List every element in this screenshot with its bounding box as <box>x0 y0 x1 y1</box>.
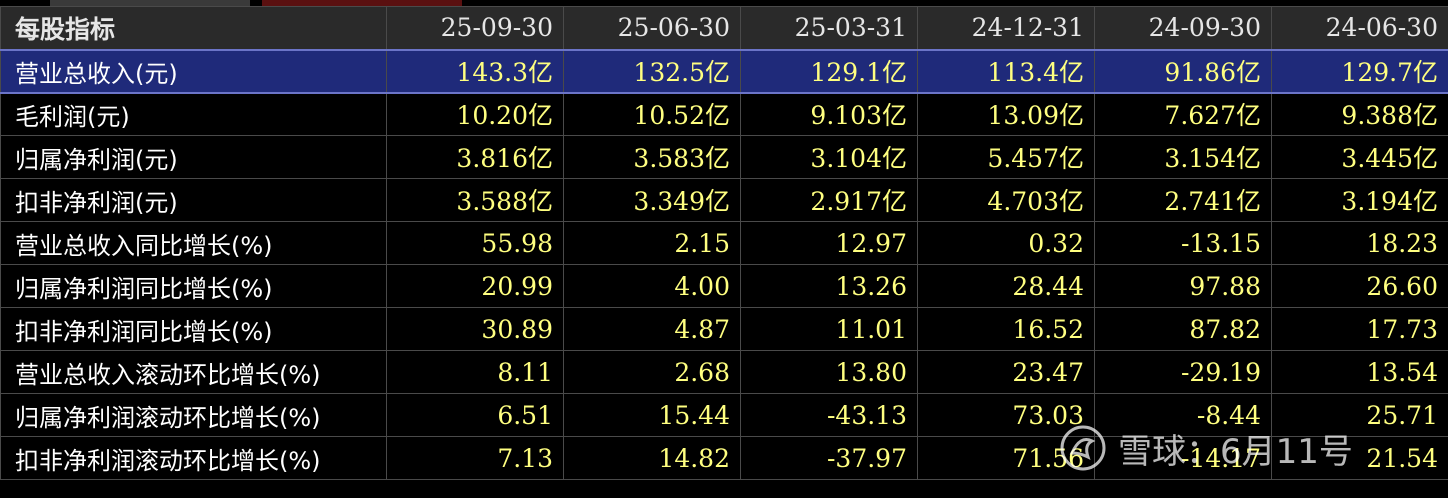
table-cell: 2.917亿 <box>740 178 918 222</box>
table-cell: 28.44 <box>917 264 1095 308</box>
table-cell: 18.23 <box>1271 221 1448 265</box>
table-cell: 10.20亿 <box>386 92 564 136</box>
table-cell: 2.741亿 <box>1094 178 1272 222</box>
table-cell: -8.44 <box>1094 393 1272 437</box>
table-row[interactable]: 营业总收入同比增长(%) 55.98 2.15 12.97 0.32 -13.15 18.2… <box>0 221 1448 265</box>
column-header-period[interactable]: 25-09-30 <box>386 6 564 50</box>
table-row[interactable]: 营业总收入滚动环比增长(%) 8.11 2.68 13.80 23.47 -29.19 13… <box>0 350 1448 394</box>
column-header-period[interactable]: 24-06-30 <box>1271 6 1448 50</box>
table-cell: 55.98 <box>386 221 564 265</box>
row-label: 归属净利润同比增长(%) <box>0 264 387 308</box>
table-row[interactable]: 毛利润(元) 10.20亿 10.52亿 9.103亿 13.09亿 7.627亿 9.38… <box>0 92 1448 136</box>
table-cell: 73.03 <box>917 393 1095 437</box>
table-cell: 9.388亿 <box>1271 92 1448 136</box>
table-cell: 3.154亿 <box>1094 135 1272 179</box>
row-label: 毛利润(元) <box>0 92 387 136</box>
table-cell: 2.68 <box>563 350 741 394</box>
row-label: 扣非净利润(元) <box>0 178 387 222</box>
row-label: 营业总收入同比增长(%) <box>0 221 387 265</box>
table-cell: 9.103亿 <box>740 92 918 136</box>
table-cell: 8.11 <box>386 350 564 394</box>
table-cell: 87.82 <box>1094 307 1272 351</box>
table-cell: 97.88 <box>1094 264 1272 308</box>
column-header-period[interactable]: 25-06-30 <box>563 6 741 50</box>
table-cell: -14.17 <box>1094 436 1272 480</box>
row-label: 营业总收入滚动环比增长(%) <box>0 350 387 394</box>
table-cell: -13.15 <box>1094 221 1272 265</box>
table-cell: 13.80 <box>740 350 918 394</box>
table-cell: 15.44 <box>563 393 741 437</box>
table-cell: -37.97 <box>740 436 918 480</box>
table-cell: 3.583亿 <box>563 135 741 179</box>
table-cell: 4.703亿 <box>917 178 1095 222</box>
table-row[interactable]: 扣非净利润同比增长(%) 30.89 4.87 11.01 16.52 87.82 17.7… <box>0 307 1448 351</box>
table-cell: -43.13 <box>740 393 918 437</box>
table-cell: 13.09亿 <box>917 92 1095 136</box>
row-label: 扣非净利润滚动环比增长(%) <box>0 436 387 480</box>
table-cell: 3.445亿 <box>1271 135 1448 179</box>
table-cell: 14.82 <box>563 436 741 480</box>
table-cell: 4.87 <box>563 307 741 351</box>
table-cell: 132.5亿 <box>563 48 741 94</box>
column-header-indicator[interactable]: 每股指标 <box>0 6 387 50</box>
table-cell: 113.4亿 <box>917 48 1095 94</box>
table-cell: 23.47 <box>917 350 1095 394</box>
table-cell: 3.349亿 <box>563 178 741 222</box>
table-cell: 7.13 <box>386 436 564 480</box>
column-header-period[interactable]: 24-12-31 <box>917 6 1095 50</box>
table-cell: 16.52 <box>917 307 1095 351</box>
table-cell: 10.52亿 <box>563 92 741 136</box>
table-cell: 25.71 <box>1271 393 1448 437</box>
table-cell: 129.1亿 <box>740 48 918 94</box>
table-cell: 7.627亿 <box>1094 92 1272 136</box>
row-label: 归属净利润(元) <box>0 135 387 179</box>
table-row[interactable]: 营业总收入(元) 143.3亿 132.5亿 129.1亿 113.4亿 91.86亿 12… <box>0 48 1448 94</box>
table-cell: 71.56 <box>917 436 1095 480</box>
table-row[interactable]: 归属净利润同比增长(%) 20.99 4.00 13.26 28.44 97.88 26.6… <box>0 264 1448 308</box>
table-cell: 3.194亿 <box>1271 178 1448 222</box>
table-cell: 3.588亿 <box>386 178 564 222</box>
table-cell: 17.73 <box>1271 307 1448 351</box>
table-cell: 3.104亿 <box>740 135 918 179</box>
table-cell: 0.32 <box>917 221 1095 265</box>
table-cell: 4.00 <box>563 264 741 308</box>
column-header-period[interactable]: 25-03-31 <box>740 6 918 50</box>
table-row[interactable]: 扣非净利润(元) 3.588亿 3.349亿 2.917亿 4.703亿 2.741亿 3.… <box>0 178 1448 222</box>
table-cell: 12.97 <box>740 221 918 265</box>
table-row[interactable]: 归属净利润(元) 3.816亿 3.583亿 3.104亿 5.457亿 3.154亿 3.… <box>0 135 1448 179</box>
table-row[interactable]: 归属净利润滚动环比增长(%) 6.51 15.44 -43.13 73.03 -8.44 2… <box>0 393 1448 437</box>
table-cell: 143.3亿 <box>386 48 564 94</box>
table-cell: 20.99 <box>386 264 564 308</box>
table-cell: 13.54 <box>1271 350 1448 394</box>
table-header-row: 每股指标 25-09-30 25-06-30 25-03-31 24-12-31… <box>0 6 1448 50</box>
table-cell: -29.19 <box>1094 350 1272 394</box>
table-cell: 129.7亿 <box>1271 48 1448 94</box>
table-cell: 21.54 <box>1271 436 1448 480</box>
financial-indicators-table: 每股指标 25-09-30 25-06-30 25-03-31 24-12-31… <box>0 6 1448 480</box>
table-cell: 5.457亿 <box>917 135 1095 179</box>
table-cell: 30.89 <box>386 307 564 351</box>
row-label: 归属净利润滚动环比增长(%) <box>0 393 387 437</box>
table-cell: 11.01 <box>740 307 918 351</box>
row-label: 扣非净利润同比增长(%) <box>0 307 387 351</box>
table-cell: 3.816亿 <box>386 135 564 179</box>
table-cell: 26.60 <box>1271 264 1448 308</box>
table-row[interactable]: 扣非净利润滚动环比增长(%) 7.13 14.82 -37.97 71.56 -14.17… <box>0 436 1448 480</box>
table-cell: 91.86亿 <box>1094 48 1272 94</box>
table-cell: 6.51 <box>386 393 564 437</box>
row-label: 营业总收入(元) <box>0 48 387 94</box>
column-header-period[interactable]: 24-09-30 <box>1094 6 1272 50</box>
table-cell: 13.26 <box>740 264 918 308</box>
table-cell: 2.15 <box>563 221 741 265</box>
